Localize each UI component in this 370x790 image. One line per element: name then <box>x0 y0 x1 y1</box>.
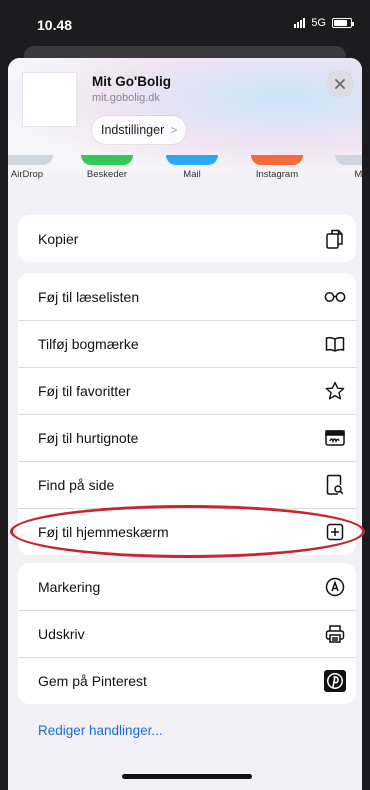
action-label: Find på side <box>38 476 115 493</box>
glasses-icon <box>324 286 346 308</box>
close-button[interactable] <box>326 70 354 98</box>
action-reading-list[interactable]: Føj til læselisten <box>18 273 356 320</box>
site-title: Mit Go'Bolig <box>92 74 171 89</box>
status-indicators: 5G <box>294 17 354 29</box>
action-label: Gem på Pinterest <box>38 672 147 689</box>
app-label: Beskeder <box>86 169 128 180</box>
markup-icon <box>324 576 346 598</box>
action-label: Udskriv <box>38 625 85 642</box>
action-group-main: Føj til læselisten Tilføj bogmærke Føj t… <box>18 273 356 555</box>
app-airdrop[interactable]: AirDrop <box>8 155 62 180</box>
airdrop-icon <box>8 155 53 165</box>
printer-icon <box>324 623 346 645</box>
action-label: Føj til favoritter <box>38 382 131 399</box>
action-add-favorite[interactable]: Føj til favoritter <box>18 367 356 414</box>
action-label: Føj til hurtignote <box>38 429 139 446</box>
more-app-icon <box>335 155 362 165</box>
action-print[interactable]: Udskriv <box>18 610 356 657</box>
signal-icon <box>294 18 306 28</box>
add-square-icon <box>324 521 346 543</box>
status-time: 10.48 <box>37 17 73 33</box>
mail-icon <box>166 155 218 165</box>
action-quick-note[interactable]: Føj til hurtignote <box>18 414 356 461</box>
action-copy[interactable]: Kopier <box>18 215 356 262</box>
action-add-to-home-screen[interactable]: Føj til hjemmeskærm <box>18 508 356 555</box>
close-icon <box>335 79 345 89</box>
site-thumbnail <box>22 72 77 127</box>
action-group-copy: Kopier <box>18 215 356 262</box>
app-more[interactable]: Me <box>326 155 362 180</box>
settings-label: Indstillinger <box>101 123 165 137</box>
find-icon <box>324 474 346 496</box>
share-sheet: Mit Go'Bolig mit.gobolig.dk Indstillinge… <box>8 58 362 790</box>
action-markup[interactable]: Markering <box>18 563 356 610</box>
app-label: AirDrop <box>10 169 44 180</box>
app-row: AirDrop Beskeder Mail Instagram Me <box>8 155 362 187</box>
action-group-tools: Markering Udskriv Gem på Pinterest <box>18 563 356 704</box>
pinterest-icon <box>324 669 346 692</box>
action-pinterest[interactable]: Gem på Pinterest <box>18 657 356 704</box>
app-label: Me <box>354 169 362 180</box>
app-mail[interactable]: Mail <box>157 155 227 180</box>
status-bar: 10.48 5G <box>0 0 370 46</box>
chevron-right-icon: > <box>170 123 178 137</box>
action-label: Føj til hjemmeskærm <box>38 523 169 540</box>
edit-actions-link[interactable]: Rediger handlinger... <box>38 723 163 738</box>
action-add-bookmark[interactable]: Tilføj bogmærke <box>18 320 356 367</box>
book-icon <box>324 333 346 355</box>
network-label: 5G <box>311 17 326 29</box>
action-label: Kopier <box>38 230 79 247</box>
instagram-icon <box>251 155 303 165</box>
app-instagram[interactable]: Instagram <box>242 155 312 180</box>
app-label: Instagram <box>255 169 299 180</box>
action-label: Føj til læselisten <box>38 288 140 305</box>
home-indicator <box>122 774 252 779</box>
app-label: Mail <box>183 169 201 180</box>
copy-icon <box>324 228 346 250</box>
site-url: mit.gobolig.dk <box>92 92 160 104</box>
quick-note-icon <box>324 427 346 449</box>
action-label: Markering <box>38 578 101 595</box>
messages-icon <box>81 155 133 165</box>
action-find-on-page[interactable]: Find på side <box>18 461 356 508</box>
action-label: Tilføj bogmærke <box>38 335 139 352</box>
battery-icon <box>332 18 354 28</box>
app-messages[interactable]: Beskeder <box>72 155 142 180</box>
settings-button[interactable]: Indstillinger > <box>92 116 187 144</box>
star-icon <box>324 380 346 402</box>
